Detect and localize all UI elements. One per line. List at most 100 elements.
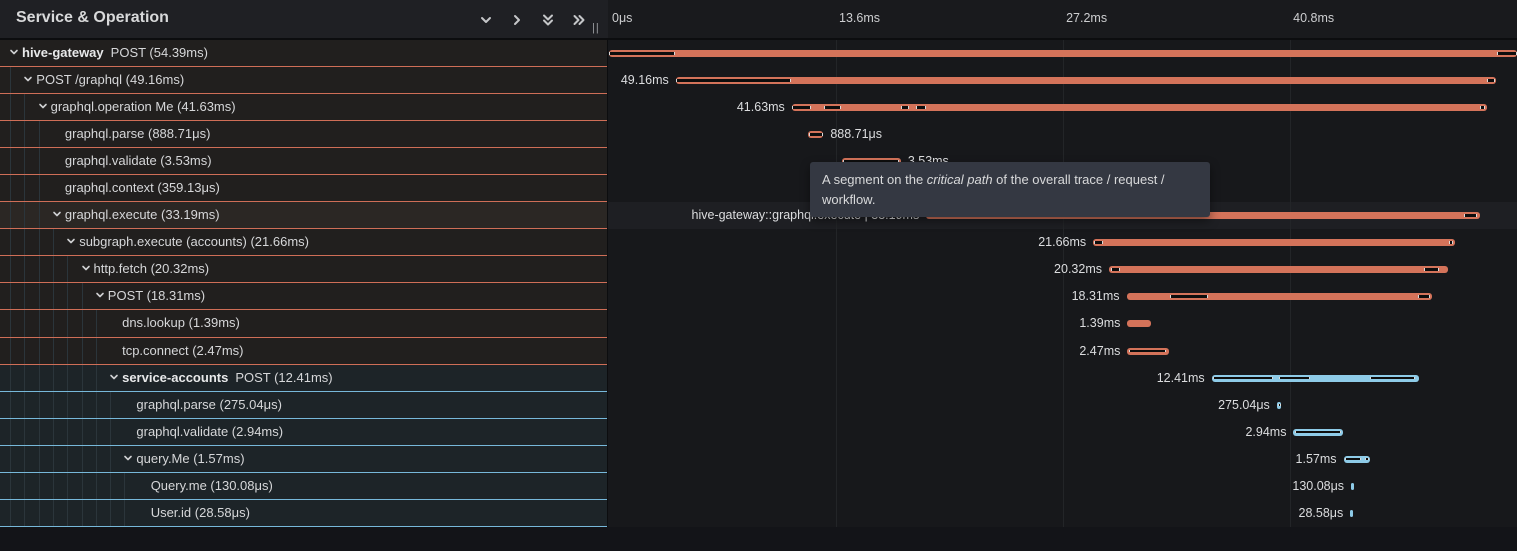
critical-path-segment	[1295, 431, 1341, 434]
span-name: graphql.execute (33.19ms)	[0, 202, 608, 228]
span-name: dns.lookup (1.39ms)	[0, 310, 608, 336]
span-name: Query.me (130.08μs)	[0, 473, 608, 499]
critical-path-segment	[1487, 79, 1495, 82]
span-bar[interactable]	[1093, 239, 1455, 246]
chevron-down-icon[interactable]	[37, 95, 51, 121]
span-bar[interactable]	[609, 50, 1517, 57]
critical-path-segment	[916, 106, 926, 109]
critical-path-segment	[1370, 377, 1415, 380]
span-name: subgraph.execute (accounts) (21.66ms)	[0, 229, 608, 255]
span-bar[interactable]	[1344, 456, 1370, 463]
operation-name: POST (54.39ms)	[111, 45, 208, 60]
chevron-right-icon[interactable]	[508, 11, 526, 29]
operation-name: graphql.validate (3.53ms)	[65, 153, 212, 168]
operation-name: graphql.parse (888.71μs)	[65, 126, 211, 141]
chevron-down-icon[interactable]	[8, 41, 22, 67]
span-bar[interactable]	[792, 104, 1487, 111]
chevron-down-icon[interactable]	[94, 284, 108, 310]
critical-path-segment	[901, 106, 909, 109]
span-name-cell: POST /graphql (49.16ms)	[0, 67, 608, 94]
critical-path-segment	[676, 79, 791, 82]
span-duration-label: 275.04μs	[1218, 392, 1270, 419]
critical-path-segment	[1418, 295, 1431, 298]
critical-path-segment	[1449, 241, 1453, 244]
bottom-spacer	[0, 527, 1517, 551]
double-chevron-right-icon[interactable]	[570, 11, 588, 29]
operation-name: graphql.execute (33.19ms)	[65, 207, 220, 222]
span-bar[interactable]	[676, 77, 1497, 84]
trace-timeline-panel: hive-gateway POST (54.39ms) POST /graphql …	[0, 0, 1517, 551]
double-chevron-down-icon[interactable]	[539, 11, 557, 29]
span-name: graphql.operation Me (41.63ms)	[0, 94, 608, 120]
span-duration-label: 12.41ms	[1157, 365, 1205, 392]
span-duration-label: 2.47ms	[1079, 338, 1120, 365]
span-name-cell: graphql.execute (33.19ms)	[0, 202, 608, 229]
span-duration-label: 41.63ms	[737, 94, 785, 121]
operation-name: Query.me (130.08μs)	[151, 478, 273, 493]
span-name: query.Me (1.57ms)	[0, 446, 608, 472]
span-name-cell: service-accountsPOST (12.41ms)	[0, 365, 608, 392]
span-name-cell: graphql.validate (3.53ms)	[0, 148, 608, 175]
span-name-cell: graphql.parse (888.71μs)	[0, 121, 608, 148]
critical-path-segment	[824, 106, 842, 109]
critical-path-segment	[1279, 377, 1310, 380]
column-resize-handle[interactable]: ||	[592, 22, 600, 34]
span-bar[interactable]	[1351, 483, 1354, 490]
panel-header: Service & Operation 0μs13.6ms27.2ms40.8m…	[0, 0, 1517, 40]
operation-name: subgraph.execute (accounts) (21.66ms)	[79, 234, 309, 249]
span-bar[interactable]	[1109, 266, 1448, 273]
span-name: service-accountsPOST (12.41ms)	[0, 365, 608, 391]
operation-name: graphql.parse (275.04μs)	[136, 397, 282, 412]
chevron-down-icon[interactable]	[22, 68, 36, 94]
column-resize-divider[interactable]	[607, 0, 609, 527]
span-name: POST (18.31ms)	[0, 283, 608, 309]
operation-name: graphql.context (359.13μs)	[65, 180, 220, 195]
chevron-down-icon[interactable]	[65, 230, 79, 256]
span-name-cell: graphql.context (359.13μs)	[0, 175, 608, 202]
operation-name: query.Me (1.57ms)	[136, 451, 244, 466]
span-duration-label: 20.32ms	[1054, 256, 1102, 283]
span-bar[interactable]	[1277, 402, 1282, 409]
span-bar[interactable]	[808, 131, 823, 138]
span-rows: hive-gateway POST (54.39ms) POST /graphql …	[0, 40, 1517, 527]
span-name: tcp.connect (2.47ms)	[0, 338, 608, 364]
service-name: hive-gateway	[22, 45, 104, 60]
span-name-cell: hive-gateway POST (54.39ms)	[0, 40, 608, 67]
span-bar[interactable]	[1293, 429, 1342, 436]
span-name: graphql.validate (2.94ms)	[0, 419, 608, 445]
chevron-down-icon[interactable]	[51, 203, 65, 229]
critical-path-segment	[1365, 458, 1368, 461]
span-name-cell: query.Me (1.57ms)	[0, 446, 608, 473]
operation-name: POST (18.31ms)	[108, 288, 205, 303]
chevron-down-icon[interactable]	[477, 11, 495, 29]
span-name-cell: subgraph.execute (accounts) (21.66ms)	[0, 229, 608, 256]
span-name: graphql.validate (3.53ms)	[0, 148, 608, 174]
critical-path-segment	[1094, 241, 1103, 244]
chevron-down-icon[interactable]	[108, 366, 122, 392]
span-name-cell: graphql.parse (275.04μs)	[0, 392, 608, 419]
span-bar[interactable]	[1350, 510, 1353, 517]
chevron-down-icon[interactable]	[80, 257, 94, 283]
operation-name: graphql.validate (2.94ms)	[136, 424, 283, 439]
span-duration-label: 18.31ms	[1072, 283, 1120, 310]
timeline-axis-header: 0μs13.6ms27.2ms40.8ms54.39ms	[608, 0, 1517, 40]
span-name: User.id (28.58μs)	[0, 500, 608, 526]
span-bar[interactable]	[1127, 348, 1168, 355]
span-bar[interactable]	[1127, 320, 1150, 327]
operation-name: POST (12.41ms)	[235, 370, 332, 385]
span-name: graphql.parse (275.04μs)	[0, 392, 608, 418]
axis-tick-label: 40.8ms	[1293, 11, 1334, 25]
span-name: graphql.context (359.13μs)	[0, 175, 608, 201]
tooltip-text: A segment on the	[822, 172, 927, 187]
span-bar[interactable]	[1127, 293, 1433, 300]
span-name-cell: tcp.connect (2.47ms)	[0, 338, 608, 365]
operation-name: graphql.operation Me (41.63ms)	[51, 99, 236, 114]
critical-path-segment	[1424, 268, 1439, 271]
critical-path-segment	[1213, 377, 1273, 380]
span-duration-label: 1.39ms	[1079, 310, 1120, 337]
axis-tick-label: 13.6ms	[839, 11, 880, 25]
chevron-down-icon[interactable]	[122, 447, 136, 473]
critical-path-segment	[609, 52, 675, 55]
span-bar[interactable]	[1212, 375, 1419, 382]
span-duration-label: 49.16ms	[621, 67, 669, 94]
